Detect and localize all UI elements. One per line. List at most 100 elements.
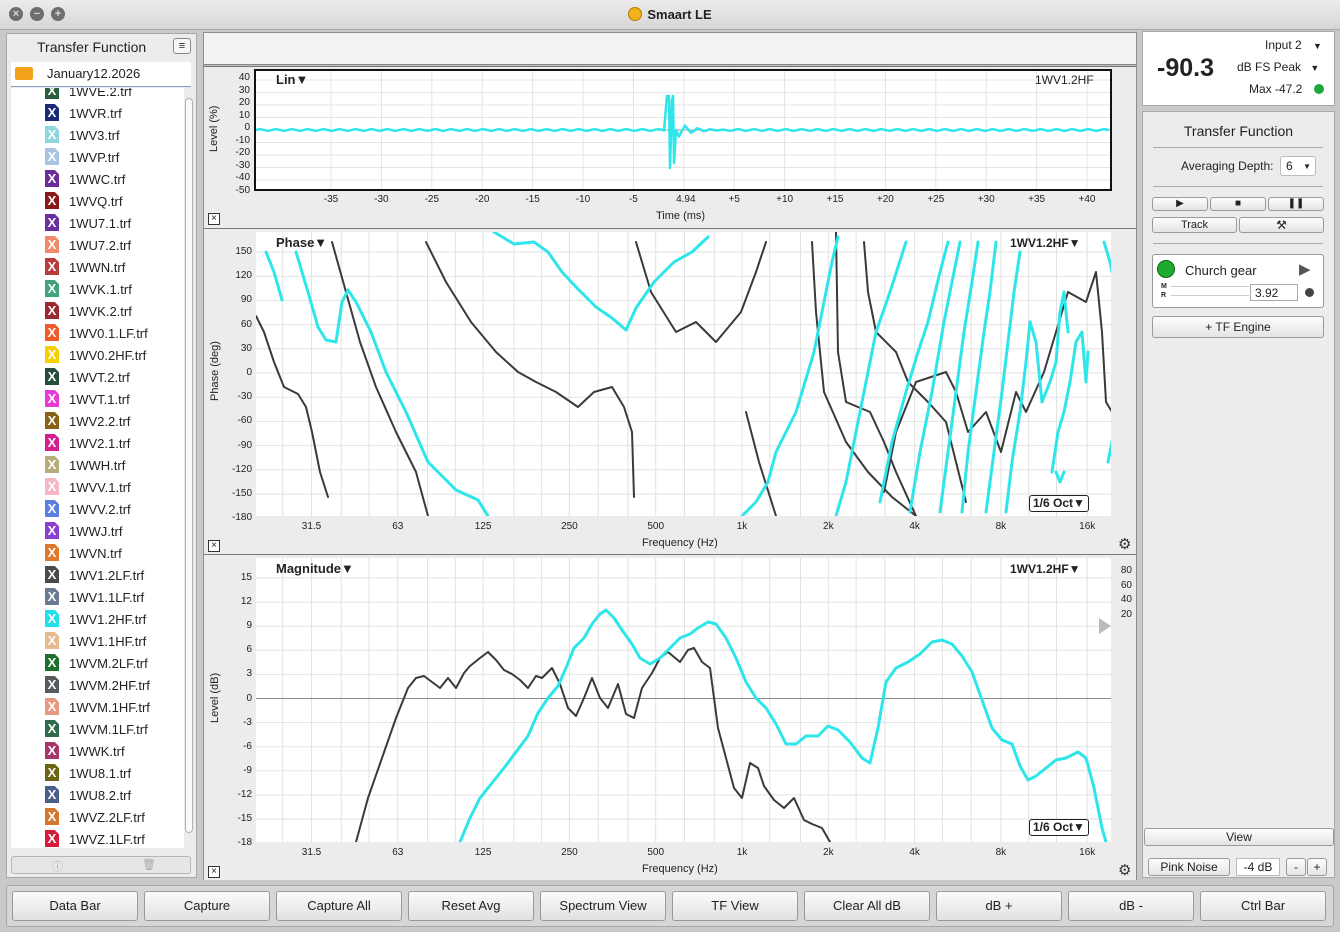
trace-file-icon[interactable]: X: [45, 522, 59, 539]
view-button[interactable]: View: [1144, 828, 1334, 846]
file-list-item[interactable]: X 1WWN.trf: [11, 256, 184, 278]
phase-settings-gear-icon[interactable]: ⚙: [1118, 535, 1131, 553]
trace-file-icon[interactable]: X: [45, 148, 59, 165]
phase-trace-name[interactable]: 1WV1.2HF▼: [1010, 236, 1081, 250]
trash-icon[interactable]: 🗑: [142, 858, 156, 871]
file-list-item[interactable]: X 1WVM.1LF.trf: [11, 718, 184, 740]
noise-up-button[interactable]: +: [1307, 858, 1327, 876]
trace-file-icon[interactable]: X: [45, 632, 59, 649]
engine-on-icon[interactable]: [1157, 260, 1175, 278]
command-button-data-bar[interactable]: Data Bar: [12, 891, 138, 921]
file-list-item[interactable]: X 1WVK.1.trf: [11, 278, 184, 300]
meter-unit-select[interactable]: dB FS Peak ▼: [1237, 60, 1319, 74]
magnitude-settings-gear-icon[interactable]: ⚙: [1118, 861, 1131, 879]
trace-file-icon[interactable]: X: [45, 830, 59, 847]
file-list-item[interactable]: X 1WV1.1LF.trf: [11, 586, 184, 608]
pink-noise-level[interactable]: -4 dB: [1236, 858, 1280, 876]
file-list-item[interactable]: X 1WV1.2HF.trf: [11, 608, 184, 630]
file-list-item[interactable]: X 1WVZ.2LF.trf: [11, 806, 184, 828]
phase-title[interactable]: Phase▼: [276, 235, 327, 250]
trace-file-icon[interactable]: X: [45, 280, 59, 297]
file-list-item[interactable]: X 1WVK.2.trf: [11, 300, 184, 322]
command-button-db[interactable]: dB +: [936, 891, 1062, 921]
file-list-item[interactable]: X 1WVP.trf: [11, 146, 184, 168]
command-button-db[interactable]: dB -: [1068, 891, 1194, 921]
trace-file-icon[interactable]: X: [45, 654, 59, 671]
file-list-item[interactable]: X 1WWC.trf: [11, 168, 184, 190]
magnitude-title[interactable]: Magnitude▼: [276, 561, 354, 576]
noise-down-button[interactable]: -: [1286, 858, 1306, 876]
magnitude-smoothing-select[interactable]: 1/6 Oct▼: [1029, 819, 1089, 836]
file-list-item[interactable]: X 1WV0.1.LF.trf: [11, 322, 184, 344]
file-list-item[interactable]: X 1WV2.2.trf: [11, 410, 184, 432]
command-button-spectrum-view[interactable]: Spectrum View: [540, 891, 666, 921]
delay-field[interactable]: 3.92: [1250, 284, 1298, 301]
file-list-item[interactable]: X 1WVM.2HF.trf: [11, 674, 184, 696]
file-list-item[interactable]: X 1WVM.2LF.trf: [11, 652, 184, 674]
trace-file-icon[interactable]: X: [45, 324, 59, 341]
file-list-item[interactable]: X 1WU7.2.trf: [11, 234, 184, 256]
trace-file-icon[interactable]: X: [45, 610, 59, 627]
magnitude-plot[interactable]: [256, 558, 1111, 842]
trace-file-icon[interactable]: X: [45, 720, 59, 737]
engine-expand-icon[interactable]: ▶: [1299, 260, 1311, 278]
trace-file-icon[interactable]: X: [45, 764, 59, 781]
impulse-title[interactable]: Lin▼: [276, 72, 308, 87]
pink-noise-button[interactable]: Pink Noise: [1148, 858, 1230, 876]
file-list-item[interactable]: X 1WVT.2.trf: [11, 366, 184, 388]
file-list-item[interactable]: X 1WWK.trf: [11, 740, 184, 762]
session-folder[interactable]: January12.2026: [11, 62, 191, 87]
file-list-item[interactable]: X 1WVV.1.trf: [11, 476, 184, 498]
trace-file-icon[interactable]: X: [45, 500, 59, 517]
file-list-item[interactable]: X 1WV1.2LF.trf: [11, 564, 184, 586]
file-list-item[interactable]: X 1WVR.trf: [11, 102, 184, 124]
magnitude-trace-name[interactable]: 1WV1.2HF▼: [1010, 562, 1081, 576]
trace-file-icon[interactable]: X: [45, 544, 59, 561]
close-impulse-icon[interactable]: ×: [208, 213, 220, 225]
info-icon[interactable]: ⓘ: [52, 858, 63, 874]
command-button-capture[interactable]: Capture: [144, 891, 270, 921]
trace-file-icon[interactable]: X: [45, 236, 59, 253]
file-list-item[interactable]: X 1WVZ.1LF.trf: [11, 828, 184, 848]
impulse-plot[interactable]: [254, 69, 1112, 191]
trace-file-icon[interactable]: X: [45, 170, 59, 187]
trace-file-icon[interactable]: X: [45, 302, 59, 319]
trace-file-icon[interactable]: X: [45, 698, 59, 715]
trace-file-icon[interactable]: X: [45, 456, 59, 473]
close-magnitude-icon[interactable]: ×: [208, 866, 220, 878]
trace-file-icon[interactable]: X: [45, 412, 59, 429]
trace-file-icon[interactable]: X: [45, 192, 59, 209]
file-list-item[interactable]: X 1WV2.1.trf: [11, 432, 184, 454]
trace-file-icon[interactable]: X: [45, 588, 59, 605]
trace-file-icon[interactable]: X: [45, 390, 59, 407]
file-list-item[interactable]: X 1WV3.trf: [11, 124, 184, 146]
trace-file-icon[interactable]: X: [45, 478, 59, 495]
stop-button[interactable]: ■: [1210, 197, 1266, 211]
file-list-item[interactable]: X 1WU8.1.trf: [11, 762, 184, 784]
trace-file-icon[interactable]: X: [45, 258, 59, 275]
file-list-item[interactable]: X 1WVM.1HF.trf: [11, 696, 184, 718]
input-select[interactable]: Input 2 ▼: [1265, 38, 1322, 52]
coherence-marker-icon[interactable]: [1099, 618, 1111, 634]
command-button-reset-avg[interactable]: Reset Avg: [408, 891, 534, 921]
file-list-item[interactable]: X 1WWJ.trf: [11, 520, 184, 542]
record-dot-icon[interactable]: [1305, 288, 1314, 297]
trace-file-icon[interactable]: X: [45, 214, 59, 231]
tf-engine-card[interactable]: Church gear ▶ M R 3.92: [1152, 254, 1324, 308]
trace-file-icon[interactable]: X: [45, 104, 59, 121]
scrollbar-thumb[interactable]: [185, 98, 193, 833]
trace-file-icon[interactable]: X: [45, 88, 59, 99]
command-button-tf-view[interactable]: TF View: [672, 891, 798, 921]
file-list-item[interactable]: X 1WV0.2HF.trf: [11, 344, 184, 366]
trace-file-icon[interactable]: X: [45, 126, 59, 143]
command-button-ctrl-bar[interactable]: Ctrl Bar: [1200, 891, 1326, 921]
file-list-item[interactable]: X 1WV1.1HF.trf: [11, 630, 184, 652]
file-list-scrollbar[interactable]: [185, 88, 193, 848]
trace-file-icon[interactable]: X: [45, 368, 59, 385]
trace-file-icon[interactable]: X: [45, 676, 59, 693]
file-list-item[interactable]: X 1WVE.2.trf: [11, 88, 184, 102]
file-list-item[interactable]: X 1WVQ.trf: [11, 190, 184, 212]
trace-file-icon[interactable]: X: [45, 434, 59, 451]
file-list-item[interactable]: X 1WWH.trf: [11, 454, 184, 476]
file-list-item[interactable]: X 1WU7.1.trf: [11, 212, 184, 234]
